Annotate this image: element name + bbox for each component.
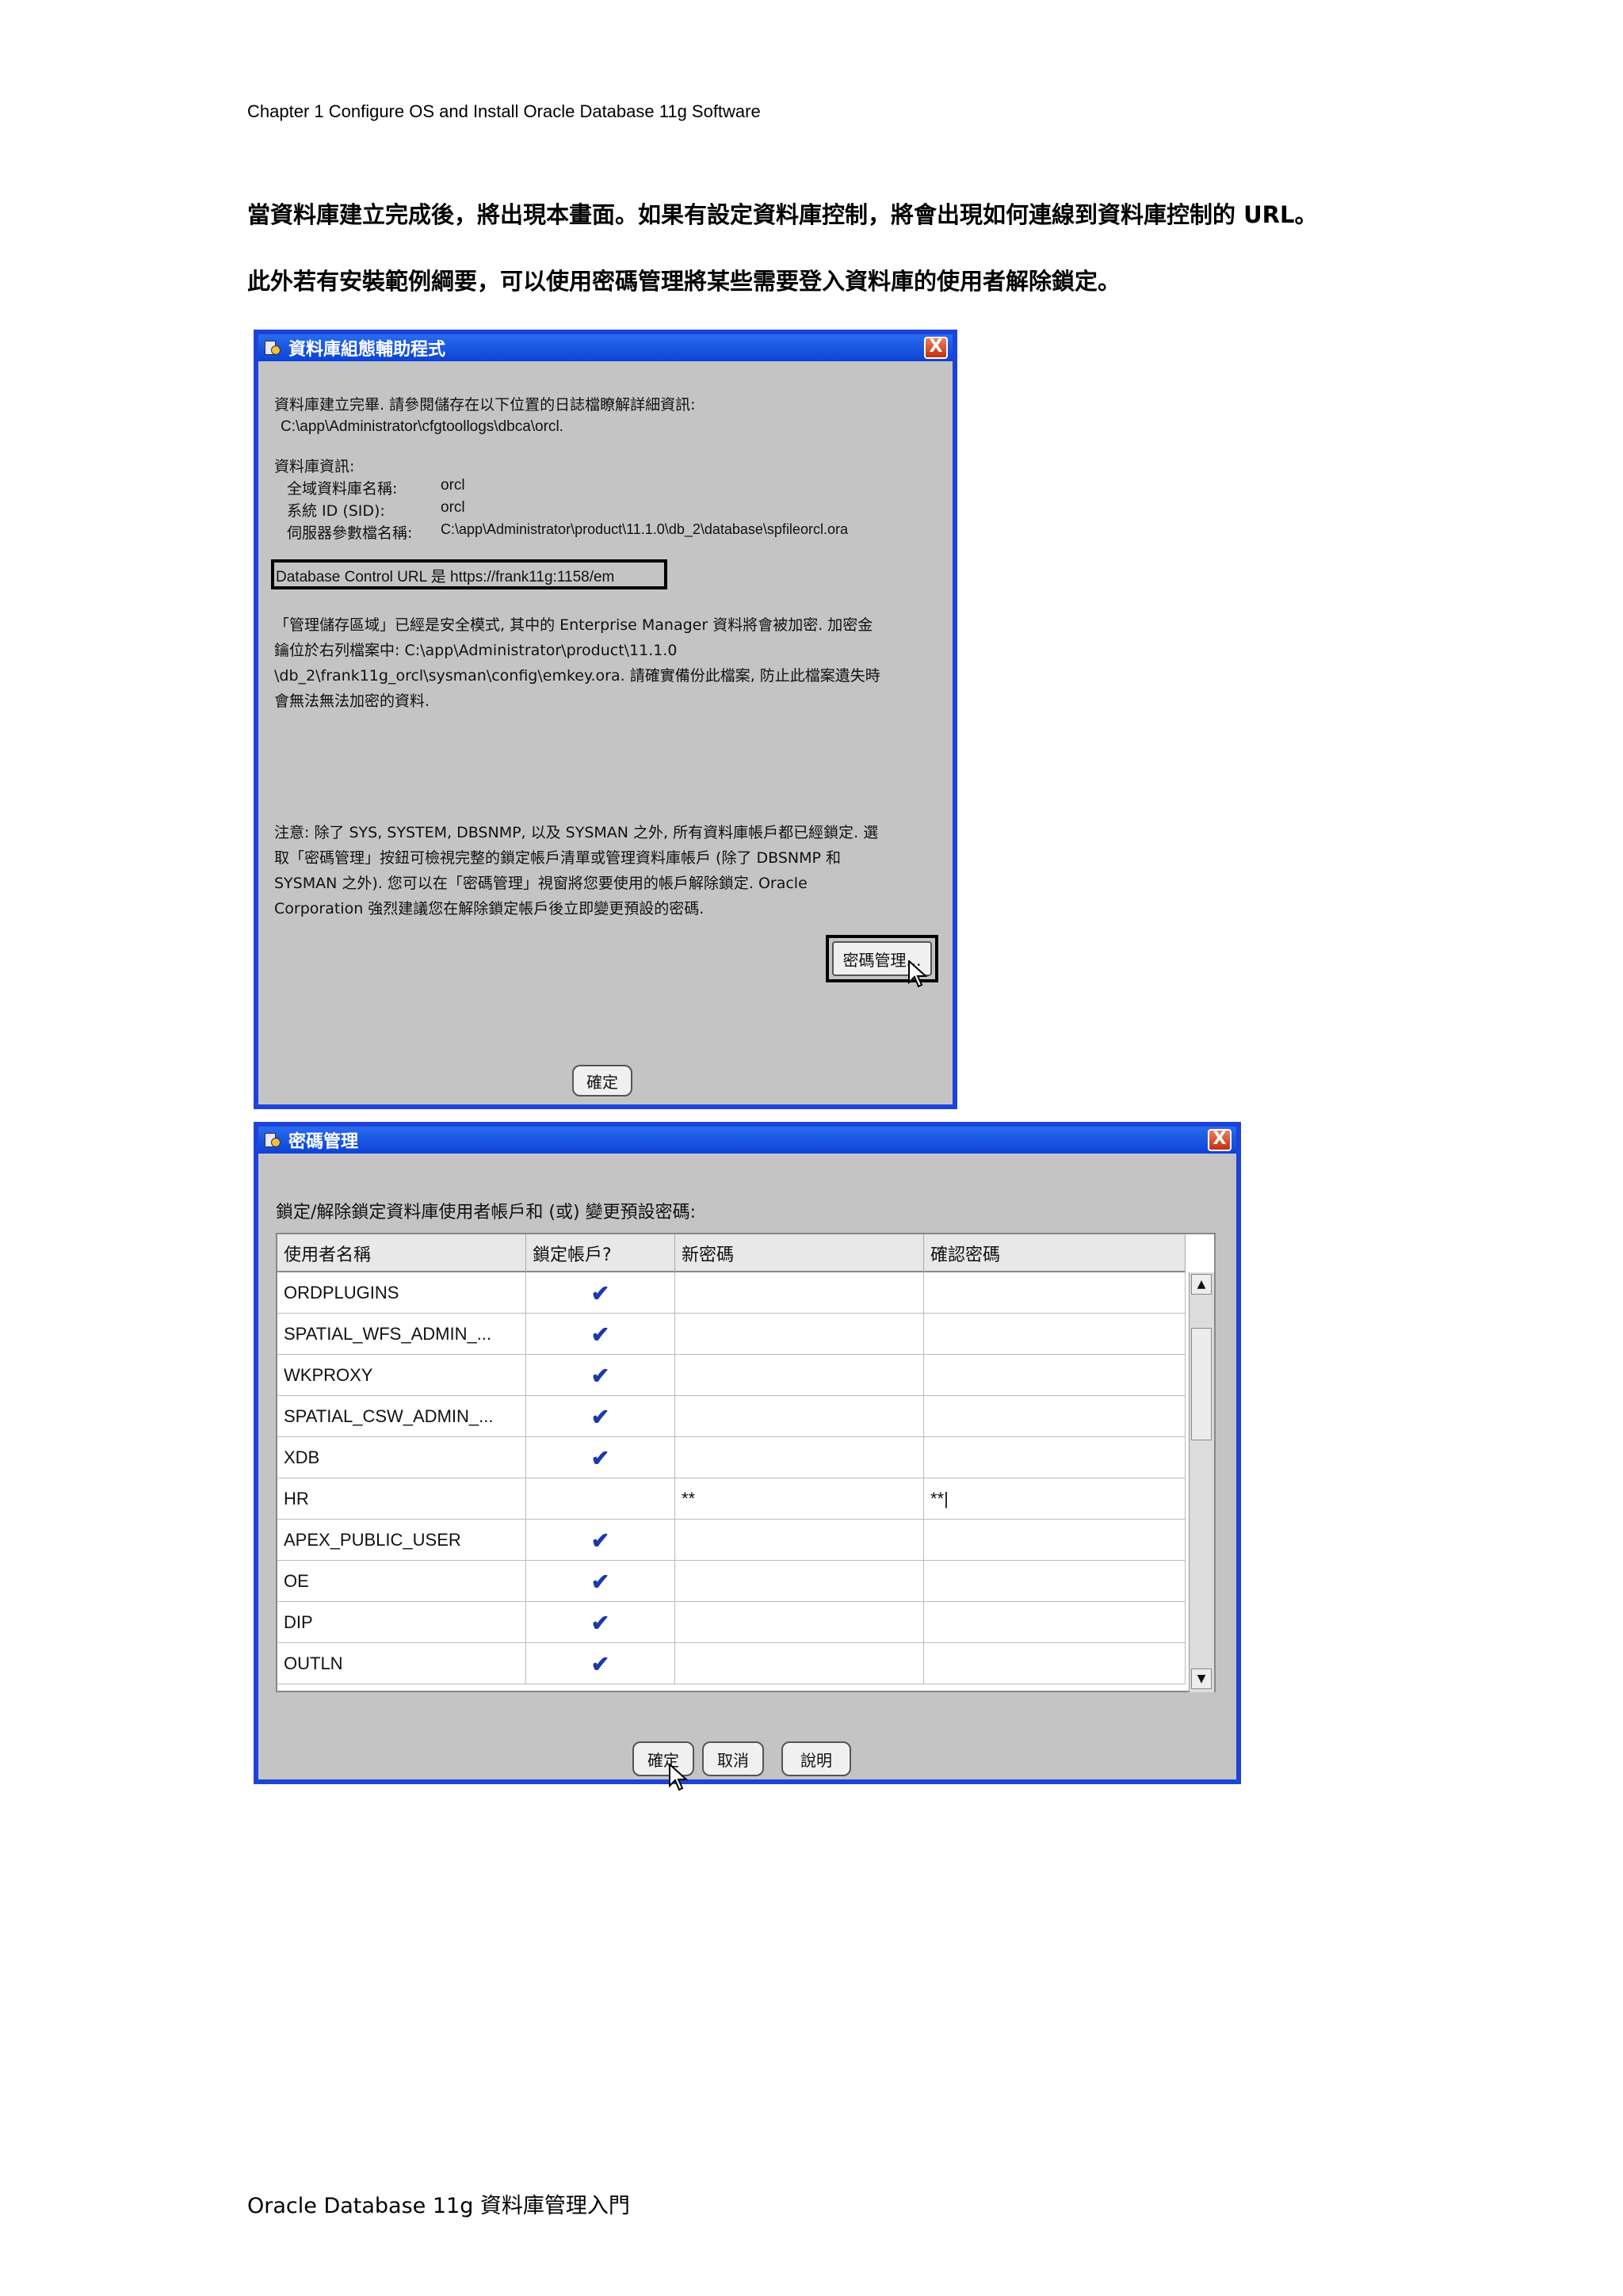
chapter-header: Chapter 1 Configure OS and Install Oracl… bbox=[247, 101, 761, 121]
scroll-up-icon[interactable]: ▲ bbox=[1191, 1274, 1212, 1295]
cell-confirm-password[interactable] bbox=[924, 1437, 1186, 1478]
cell-user[interactable]: OE bbox=[277, 1561, 526, 1602]
cell-confirm-password[interactable]: **| bbox=[924, 1478, 1186, 1520]
cell-locked-check[interactable]: ✔ bbox=[526, 1602, 675, 1643]
cell-confirm-password[interactable] bbox=[924, 1396, 1186, 1437]
scroll-down-icon[interactable]: ▼ bbox=[1191, 1669, 1212, 1689]
cell-new-password[interactable] bbox=[675, 1314, 924, 1355]
dbca-title: 資料庫組態輔助程式 bbox=[288, 340, 446, 360]
help-button[interactable]: 說明 bbox=[781, 1741, 851, 1776]
paragraph-1: 當資料庫建立完成後，將出現本畫面。如果有設定資料庫控制，將會出現如何連線到資料庫… bbox=[247, 201, 1318, 228]
column-new-password[interactable]: 新密碼 bbox=[675, 1234, 924, 1272]
table-row[interactable]: APEX_PUBLIC_USER ✔ bbox=[277, 1520, 1186, 1561]
paragraph-2: 此外若有安裝範例綱要，可以使用密碼管理將某些需要登入資料庫的使用者解除鎖定。 bbox=[247, 268, 1121, 295]
cell-locked-check[interactable]: ✔ bbox=[526, 1314, 675, 1355]
table-row[interactable]: DIP ✔ bbox=[277, 1602, 1186, 1643]
cell-confirm-password[interactable] bbox=[924, 1561, 1186, 1602]
table-row[interactable]: SPATIAL_WFS_ADMIN_... ✔ bbox=[277, 1314, 1186, 1355]
cell-confirm-password[interactable] bbox=[924, 1314, 1186, 1355]
cell-locked-check[interactable]: ✔ bbox=[526, 1561, 675, 1602]
scrollbar-thumb[interactable] bbox=[1191, 1328, 1212, 1440]
cell-new-password[interactable] bbox=[675, 1437, 924, 1478]
table-row[interactable]: OE ✔ bbox=[277, 1561, 1186, 1602]
info-value-global-name: orcl bbox=[441, 477, 465, 494]
encryption-line-1: 「管理儲存區域」已經是安全模式, 其中的 Enterprise Manager … bbox=[274, 616, 873, 634]
cell-confirm-password[interactable] bbox=[924, 1643, 1186, 1684]
column-locked[interactable]: 鎖定帳戶? bbox=[526, 1234, 675, 1272]
cell-locked-check[interactable]: ✔ bbox=[526, 1643, 675, 1684]
password-title: 密碼管理 bbox=[288, 1132, 359, 1152]
info-heading: 資料庫資訊: bbox=[274, 458, 355, 475]
info-key-sid: 系統 ID (SID): bbox=[287, 502, 385, 520]
cell-confirm-password[interactable] bbox=[924, 1520, 1186, 1561]
table-row[interactable]: SPATIAL_CSW_ADMIN_... ✔ bbox=[277, 1396, 1186, 1437]
cell-confirm-password[interactable] bbox=[924, 1355, 1186, 1396]
note-line-4: Corporation 強烈建議您在解除鎖定帳戶後立即變更預設的密碼. bbox=[274, 900, 705, 917]
cell-locked-check[interactable]: ✔ bbox=[526, 1355, 675, 1396]
dbcontrol-url: Database Control URL 是 https://frank11g:… bbox=[276, 569, 615, 585]
close-icon[interactable]: X bbox=[1208, 1129, 1232, 1151]
encryption-line-2: 鑰位於右列檔案中: C:\app\Administrator\product\1… bbox=[274, 642, 678, 659]
cell-locked-check[interactable]: ✔ bbox=[526, 1437, 675, 1478]
cell-new-password[interactable] bbox=[675, 1396, 924, 1437]
table-header: 使用者名稱 鎖定帳戶? 新密碼 確認密碼 bbox=[277, 1234, 1186, 1272]
dbca-body: 資料庫建立完畢. 請參閱儲存在以下位置的日誌檔瞭解詳細資訊: C:\app\Ad… bbox=[258, 361, 953, 1104]
dbca-window: 資料庫組態輔助程式 X 資料庫建立完畢. 請參閱儲存在以下位置的日誌檔瞭解詳細資… bbox=[254, 330, 957, 1109]
table-row[interactable]: XDB ✔ bbox=[277, 1437, 1186, 1478]
note-line-3: SYSMAN 之外). 您可以在「密碼管理」視窗將您要使用的帳戶解除鎖定. Or… bbox=[274, 875, 808, 892]
info-key-spfile: 伺服器參數檔名稱: bbox=[287, 524, 413, 542]
table-row[interactable]: OUTLN ✔ bbox=[277, 1643, 1186, 1684]
cell-new-password[interactable] bbox=[675, 1643, 924, 1684]
cell-locked-check[interactable] bbox=[526, 1478, 675, 1520]
cell-new-password[interactable] bbox=[675, 1355, 924, 1396]
cell-locked-check[interactable]: ✔ bbox=[526, 1272, 675, 1314]
info-value-spfile: C:\app\Administrator\product\11.1.0\db_2… bbox=[441, 521, 848, 537]
info-key-global-name: 全域資料庫名稱: bbox=[287, 480, 398, 498]
password-body: 鎖定/解除鎖定資料庫使用者帳戶和 (或) 變更預設密碼: 使用者名稱 鎖定帳戶?… bbox=[258, 1154, 1236, 1791]
cell-user[interactable]: SPATIAL_CSW_ADMIN_... bbox=[277, 1396, 526, 1437]
complete-message: 資料庫建立完畢. 請參閱儲存在以下位置的日誌檔瞭解詳細資訊: bbox=[274, 396, 696, 414]
encryption-line-4: 會無法無法加密的資料. bbox=[274, 692, 430, 710]
cell-user[interactable]: WKPROXY bbox=[277, 1355, 526, 1396]
user-table: 使用者名稱 鎖定帳戶? 新密碼 確認密碼 ORDPLUGINS ✔ SPATIAL_… bbox=[276, 1233, 1216, 1692]
cell-confirm-password[interactable] bbox=[924, 1602, 1186, 1643]
password-window: 密碼管理 X 鎖定/解除鎖定資料庫使用者帳戶和 (或) 變更預設密碼: 使用者名… bbox=[254, 1122, 1241, 1791]
password-titlebar: 密碼管理 X bbox=[258, 1127, 1236, 1154]
cell-new-password[interactable] bbox=[675, 1602, 924, 1643]
cell-user[interactable]: HR bbox=[277, 1478, 526, 1520]
cell-user[interactable]: OUTLN bbox=[277, 1643, 526, 1684]
encryption-line-3: \db_2\frank11g_orcl\sysman\config\emkey.… bbox=[274, 667, 880, 685]
app-icon bbox=[265, 1131, 282, 1149]
note-line-1: 注意: 除了 SYS, SYSTEM, DBSNMP, 以及 SYSMAN 之外… bbox=[274, 824, 879, 841]
cell-new-password[interactable]: ** bbox=[675, 1478, 924, 1520]
table-row[interactable]: HR ** **| bbox=[277, 1478, 1186, 1520]
table-row[interactable]: WKPROXY ✔ bbox=[277, 1355, 1186, 1396]
close-icon[interactable]: X bbox=[924, 337, 948, 359]
cell-locked-check[interactable]: ✔ bbox=[526, 1520, 675, 1561]
footer-text: Oracle Database 11g 資料庫管理入門 bbox=[247, 2194, 630, 2218]
cell-user[interactable]: XDB bbox=[277, 1437, 526, 1478]
cell-new-password[interactable] bbox=[675, 1520, 924, 1561]
ok-button[interactable]: 確定 bbox=[572, 1065, 632, 1097]
password-instruction: 鎖定/解除鎖定資料庫使用者帳戶和 (或) 變更預設密碼: bbox=[276, 1203, 696, 1222]
cell-new-password[interactable] bbox=[675, 1272, 924, 1314]
cell-user[interactable]: SPATIAL_WFS_ADMIN_... bbox=[277, 1314, 526, 1355]
cell-user[interactable]: DIP bbox=[277, 1602, 526, 1643]
app-icon bbox=[265, 339, 282, 357]
table-row[interactable]: ORDPLUGINS ✔ bbox=[277, 1272, 1186, 1314]
cell-new-password[interactable] bbox=[675, 1561, 924, 1602]
column-user[interactable]: 使用者名稱 bbox=[277, 1234, 526, 1272]
cell-confirm-password[interactable] bbox=[924, 1272, 1186, 1314]
cell-user[interactable]: ORDPLUGINS bbox=[277, 1272, 526, 1314]
log-path: C:\app\Administrator\cfgtoollogs\dbca\or… bbox=[281, 418, 563, 435]
cancel-button[interactable]: 取消 bbox=[702, 1741, 764, 1776]
info-value-sid: orcl bbox=[441, 499, 465, 516]
scrollbar[interactable]: ▲ ▼ bbox=[1189, 1272, 1214, 1692]
note-line-2: 取「密碼管理」按鈕可檢視完整的鎖定帳戶清單或管理資料庫帳戶 (除了 DBSNMP… bbox=[274, 849, 841, 867]
cell-locked-check[interactable]: ✔ bbox=[526, 1396, 675, 1437]
dbca-titlebar: 資料庫組態輔助程式 X bbox=[258, 334, 953, 361]
column-confirm-password[interactable]: 確認密碼 bbox=[924, 1234, 1186, 1272]
cell-user[interactable]: APEX_PUBLIC_USER bbox=[277, 1520, 526, 1561]
